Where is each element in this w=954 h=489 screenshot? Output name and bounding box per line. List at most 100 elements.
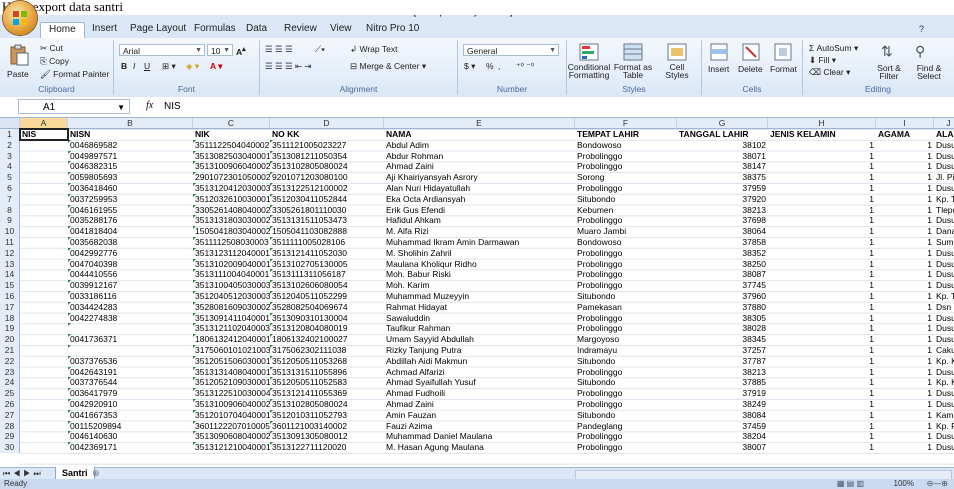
tab-page-layout[interactable]: Page Layout — [130, 23, 186, 34]
cell-jenis-kelamin[interactable]: 1 — [768, 269, 876, 280]
cell-nis[interactable] — [20, 442, 68, 453]
cell-nisn[interactable]: 0042369171 — [68, 442, 193, 453]
cell-nis[interactable] — [20, 421, 68, 432]
cell-jenis-kelamin[interactable]: 1 — [768, 291, 876, 302]
cell-alamat[interactable]: Dusun — [934, 259, 954, 270]
cell-tanggal-lahir[interactable]: 38213 — [677, 367, 768, 378]
conditional-format-icon[interactable] — [579, 43, 599, 61]
column-header-g[interactable]: G — [677, 118, 768, 128]
cell-tempat-lahir[interactable]: Margoyoso — [575, 334, 677, 345]
cell-tempat-lahir[interactable]: Pamekasan — [575, 302, 677, 313]
format-button[interactable]: Format — [770, 64, 797, 74]
cell-agama[interactable]: 1 — [876, 356, 934, 367]
cell-tanggal-lahir[interactable]: 38204 — [677, 431, 768, 442]
cell-nik[interactable]: 3512052109030001 — [193, 377, 270, 388]
header-cell-tanggal-lahir[interactable]: TANGGAL LAHIR — [677, 129, 768, 140]
align-left-icon[interactable]: ☰ ☰ ☰ ⇤ ⇥ — [265, 61, 312, 72]
cell-nik[interactable]: 3513131803030002 — [193, 215, 270, 226]
cell-agama[interactable]: 1 — [876, 205, 934, 216]
cell-no-kk[interactable]: 3528082504069674 — [270, 301, 384, 313]
cell-tanggal-lahir[interactable]: 38102 — [677, 140, 768, 151]
cell-tempat-lahir[interactable]: Probolinggo — [575, 280, 677, 291]
tab-nitro[interactable]: Nitro Pro 10 — [366, 23, 419, 34]
cell-nama[interactable]: Achmad Alfarizi — [384, 367, 575, 378]
cell-tempat-lahir[interactable]: Situbondo — [575, 356, 677, 367]
cell-tanggal-lahir[interactable]: 38087 — [677, 269, 768, 280]
cell-nama[interactable]: Rahmat Hidayat — [384, 302, 575, 313]
cell-tanggal-lahir[interactable]: 38084 — [677, 410, 768, 421]
cell-nis[interactable] — [20, 140, 68, 151]
sheet-nav-icons[interactable]: ⏮◀▶⏭ — [3, 469, 44, 479]
cell-nisn[interactable]: 0036417979 — [68, 388, 193, 399]
font-size-select[interactable]: 10 ▼ — [207, 44, 233, 56]
cell-nik[interactable]: 3513122510030004 — [193, 388, 270, 399]
cell-alamat[interactable]: Dusun — [934, 367, 954, 378]
cell-alamat[interactable]: Dusun — [934, 269, 954, 280]
cell-nisn[interactable]: 0035288176 — [68, 215, 193, 226]
cell-nama[interactable]: Erik Gus Efendi — [384, 205, 575, 216]
cell-nik[interactable]: 3512010704040001 — [193, 409, 270, 421]
cell-agama[interactable]: 1 — [876, 151, 934, 162]
cell-tanggal-lahir[interactable]: 38345 — [677, 334, 768, 345]
cell-jenis-kelamin[interactable]: 1 — [768, 183, 876, 194]
cell-tempat-lahir[interactable]: Probolinggo — [575, 323, 677, 334]
sort-filter-icon[interactable]: ⇅ — [881, 43, 893, 60]
cell-nama[interactable]: Sawaluddin — [384, 313, 575, 324]
paste-icon[interactable] — [8, 44, 30, 66]
underline-button[interactable]: U — [144, 61, 150, 71]
cell-alamat[interactable]: Dusun — [934, 334, 954, 345]
cell-nama[interactable]: Muhammad Ikram Amin Darmawan — [384, 237, 575, 248]
row-number[interactable]: 26 — [0, 398, 20, 410]
wrap-text-button[interactable]: ↲ Wrap Text — [350, 44, 397, 55]
cell-alamat[interactable]: Dusun — [934, 442, 954, 453]
cell-alamat[interactable]: Tlepok — [934, 205, 954, 216]
fill-color-icon[interactable]: ◈ ▾ — [186, 61, 199, 72]
row-number[interactable]: 14 — [0, 269, 20, 281]
cell-nama[interactable]: Muhammad Muzeyyin — [384, 291, 575, 302]
cell-nis[interactable] — [20, 367, 68, 378]
cell-agama[interactable]: 1 — [876, 421, 934, 432]
cell-jenis-kelamin[interactable]: 1 — [768, 205, 876, 216]
orientation-icon[interactable]: ⟋▾ — [315, 44, 325, 55]
row-number[interactable]: 30 — [0, 442, 20, 453]
cell-no-kk[interactable]: 3513121411052030 — [270, 247, 384, 259]
cell-nama[interactable]: Amin Fauzan — [384, 410, 575, 421]
cell-nik[interactable]: 3528081609030002 — [193, 301, 270, 313]
cell-no-kk[interactable]: 3513121411055369 — [270, 388, 384, 399]
cell-no-kk[interactable]: 3513120804080019 — [270, 323, 384, 334]
cell-agama[interactable]: 1 — [876, 442, 934, 453]
cell-agama[interactable]: 1 — [876, 291, 934, 302]
cell-tempat-lahir[interactable]: Kebumen — [575, 205, 677, 216]
cell-alamat[interactable]: Kp. Tar — [934, 194, 954, 205]
select-all-corner[interactable] — [0, 118, 20, 128]
cell-no-kk[interactable]: 9201071203080100 — [270, 172, 384, 183]
row-number[interactable]: 13 — [0, 258, 20, 270]
cell-agama[interactable]: 1 — [876, 226, 934, 237]
cell-nis[interactable] — [20, 215, 68, 226]
worksheet[interactable]: A B C D E F G H I J 1 NIS NISN NIK NO KK NAMA… — [0, 118, 954, 467]
cell-no-kk[interactable]: 3513131511055896 — [270, 366, 384, 378]
cell-nis[interactable] — [20, 302, 68, 313]
cell-jenis-kelamin[interactable]: 1 — [768, 431, 876, 442]
cell-jenis-kelamin[interactable]: 1 — [768, 280, 876, 291]
cell-nama[interactable]: M. Hasan Agung Maulana — [384, 442, 575, 453]
cell-nisn[interactable]: 0042643191 — [68, 366, 193, 378]
cell-nik[interactable]: 3513120412030003 — [193, 182, 270, 194]
bold-button[interactable]: B — [121, 61, 127, 71]
cell-no-kk[interactable]: 3513102606080054 — [270, 280, 384, 291]
cell-alamat[interactable]: Dusun — [934, 161, 954, 172]
cell-jenis-kelamin[interactable]: 1 — [768, 151, 876, 162]
delete-cells-icon[interactable] — [742, 43, 760, 61]
formula-input[interactable]: NIS — [164, 101, 181, 112]
cell-agama[interactable]: 1 — [876, 194, 934, 205]
cell-tempat-lahir[interactable]: Situbondo — [575, 194, 677, 205]
cell-nis[interactable] — [20, 161, 68, 172]
cell-tempat-lahir[interactable]: Situbondo — [575, 291, 677, 302]
cell-tanggal-lahir[interactable]: 38305 — [677, 313, 768, 324]
cell-jenis-kelamin[interactable]: 1 — [768, 356, 876, 367]
format-cells-icon[interactable] — [774, 43, 792, 61]
cell-nis[interactable] — [20, 183, 68, 194]
column-header-i[interactable]: I — [876, 118, 934, 128]
cell-tempat-lahir[interactable]: Pandeglang — [575, 421, 677, 432]
cell-nis[interactable] — [20, 205, 68, 216]
